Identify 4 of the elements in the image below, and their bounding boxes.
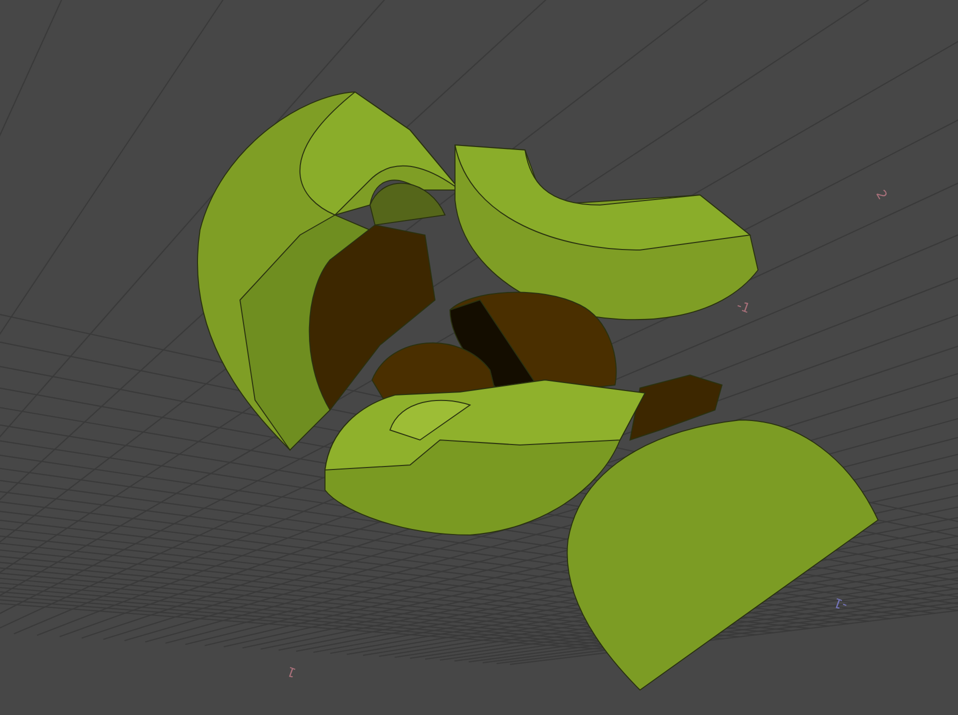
grid-axis-label: -1 <box>734 298 752 317</box>
grid-axis-label: -1 <box>832 594 850 613</box>
grid-axis-label: 1 <box>285 662 298 680</box>
grid-axis-label: 2 <box>872 188 890 203</box>
